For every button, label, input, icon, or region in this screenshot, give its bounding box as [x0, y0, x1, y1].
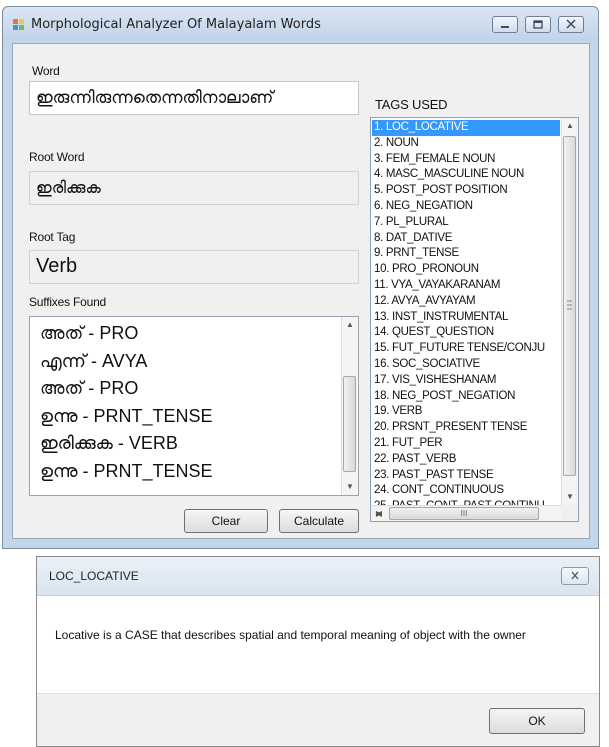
calculate-button[interactable]: Calculate: [279, 509, 359, 533]
suffix-tag: AVYA: [102, 350, 148, 371]
suffix-malayalam: അത്: [40, 323, 84, 344]
tag-item[interactable]: 13. INST_INSTRUMENTAL: [372, 310, 560, 326]
scroll-up-icon[interactable]: ▲: [562, 118, 578, 134]
suffix-separator: -: [82, 405, 89, 426]
scroll-up-icon[interactable]: ▲: [342, 317, 358, 333]
tag-item[interactable]: 8. DAT_DATIVE: [372, 231, 560, 247]
dialog-close-button[interactable]: [561, 567, 589, 585]
root-word-field: ഇരിക്കുക: [29, 171, 359, 205]
suffixes-label: Suffixes Found: [29, 295, 107, 309]
maximize-button[interactable]: [525, 16, 551, 33]
dialog-title: LOC_LOCATIVE: [49, 569, 139, 583]
close-button[interactable]: [558, 16, 584, 33]
scrollbar-corner: [561, 505, 578, 521]
word-label: Word: [32, 64, 60, 78]
tag-item[interactable]: 20. PRSNT_PRESENT TENSE: [372, 420, 560, 436]
suffix-malayalam: ഇരിക്കുക: [40, 433, 113, 454]
tag-item[interactable]: 17. VIS_VISHESHANAM: [372, 373, 560, 389]
tag-item[interactable]: 4. MASC_MASCULINE NOUN: [372, 167, 560, 183]
info-dialog: LOC_LOCATIVE Locative is a CASE that des…: [36, 556, 600, 747]
suffix-separator: -: [82, 460, 89, 481]
suffix-row: ഉന്നു - PRNT_TENSE: [40, 461, 334, 489]
title-bar[interactable]: Morphological Analyzer Of Malayalam Word…: [3, 7, 598, 41]
scroll-down-icon[interactable]: ▼: [342, 479, 358, 495]
dialog-message: Locative is a CASE that describes spatia…: [55, 628, 526, 642]
scroll-thumb[interactable]: [343, 376, 356, 472]
tag-item[interactable]: 15. FUT_FUTURE TENSE/CONJU: [372, 341, 560, 357]
tag-item[interactable]: 14. QUEST_QUESTION: [372, 325, 560, 341]
tag-item[interactable]: 6. NEG_NEGATION: [372, 199, 560, 215]
grip-icon: [567, 300, 572, 310]
tag-item[interactable]: 11. VYA_VAYAKARANAM: [372, 278, 560, 294]
suffix-tag: VERB: [128, 433, 178, 453]
minimize-button[interactable]: [492, 16, 518, 33]
close-icon: [566, 19, 576, 29]
suffix-malayalam: ഉന്നു: [40, 460, 78, 482]
suffix-row: അത് - PRO: [40, 323, 334, 351]
suffix-row: അത് - PRO: [40, 378, 334, 406]
tag-item[interactable]: 21. FUT_PER: [372, 436, 560, 452]
suffix-tag: PRNT_TENSE: [93, 460, 213, 481]
suffix-tag: PRO: [99, 378, 139, 398]
tags-vertical-scrollbar[interactable]: ▲ ▼: [561, 118, 578, 505]
tag-items: 1. LOC_LOCATIVE 2. NOUN 3. FEM_FEMALE NOUN…: [372, 120, 560, 515]
scroll-down-icon[interactable]: ▼: [562, 489, 578, 505]
tags-used-label: TAGS USED: [375, 97, 448, 112]
suffixes-list[interactable]: അത് - PRO എന്ന് - AVYA അത് - PRO ഉന്നു - PR…: [29, 316, 359, 496]
suffixes-vertical-scrollbar[interactable]: ▲ ▼: [341, 317, 358, 495]
tag-item[interactable]: 10. PRO_PRONOUN: [372, 262, 560, 278]
tag-item[interactable]: 5. POST_POST POSITION: [372, 183, 560, 199]
maximize-icon: [533, 20, 543, 29]
scroll-right-icon[interactable]: ▶: [371, 506, 387, 521]
suffix-tag: PRO: [99, 323, 139, 343]
app-icon: [13, 19, 25, 31]
suffix-separator: -: [88, 378, 95, 398]
dialog-title-bar[interactable]: LOC_LOCATIVE: [37, 557, 599, 596]
tags-horizontal-scrollbar[interactable]: ◀ III ▶: [371, 505, 561, 521]
suffix-row: ഉന്നു - PRNT_TENSE: [40, 406, 334, 434]
suffix-separator: -: [88, 323, 95, 343]
root-word-label: Root Word: [29, 150, 85, 164]
tag-item[interactable]: 22. PAST_VERB: [372, 452, 560, 468]
suffix-rows: അത് - PRO എന്ന് - AVYA അത് - PRO ഉന്നു - PR…: [40, 323, 334, 488]
scroll-thumb[interactable]: [563, 136, 576, 476]
tags-list[interactable]: 1. LOC_LOCATIVE 2. NOUN 3. FEM_FEMALE NOUN…: [370, 117, 579, 522]
suffix-row: എന്ന് - AVYA: [40, 351, 334, 379]
close-icon: [571, 571, 579, 580]
suffix-malayalam: അത്: [40, 378, 84, 399]
tag-item[interactable]: 7. PL_PLURAL: [372, 215, 560, 231]
main-window: Morphological Analyzer Of Malayalam Word…: [2, 6, 599, 549]
word-input[interactable]: ഇരുന്നിരുന്നതെന്നതിനാലാണ്: [29, 81, 359, 115]
suffix-tag: PRNT_TENSE: [93, 405, 213, 426]
tag-item[interactable]: 16. SOC_SOCIATIVE: [372, 357, 560, 373]
suffix-row: ഇരിക്കുക - VERB: [40, 433, 334, 461]
root-tag-field: Verb: [29, 250, 359, 284]
dialog-footer: OK: [37, 693, 599, 746]
minimize-icon: [501, 26, 509, 28]
suffix-malayalam: എന്ന്: [40, 350, 86, 372]
window-title: Morphological Analyzer Of Malayalam Word…: [31, 17, 321, 32]
tag-item[interactable]: 2. NOUN: [372, 136, 560, 152]
clear-button[interactable]: Clear: [184, 509, 268, 533]
suffix-malayalam: ഉന്നു: [40, 405, 78, 427]
scroll-thumb[interactable]: III: [389, 507, 539, 520]
tag-item[interactable]: 18. NEG_POST_NEGATION: [372, 389, 560, 405]
tag-item[interactable]: 23. PAST_PAST TENSE: [372, 468, 560, 484]
tag-item[interactable]: 9. PRNT_TENSE: [372, 246, 560, 262]
tag-item[interactable]: 24. CONT_CONTINUOUS: [372, 483, 560, 499]
client-area: Word ഇരുന്നിരുന്നതെന്നതിനാലാണ് Root Word…: [12, 43, 590, 539]
suffix-separator: -: [117, 433, 124, 453]
suffix-separator: -: [91, 350, 97, 371]
tag-item[interactable]: 1. LOC_LOCATIVE: [372, 120, 560, 136]
root-tag-label: Root Tag: [29, 230, 76, 244]
tag-item[interactable]: 12. AVYA_AVYAYAM: [372, 294, 560, 310]
ok-button[interactable]: OK: [489, 708, 585, 734]
tag-item[interactable]: 3. FEM_FEMALE NOUN: [372, 152, 560, 168]
tag-item[interactable]: 19. VERB: [372, 404, 560, 420]
